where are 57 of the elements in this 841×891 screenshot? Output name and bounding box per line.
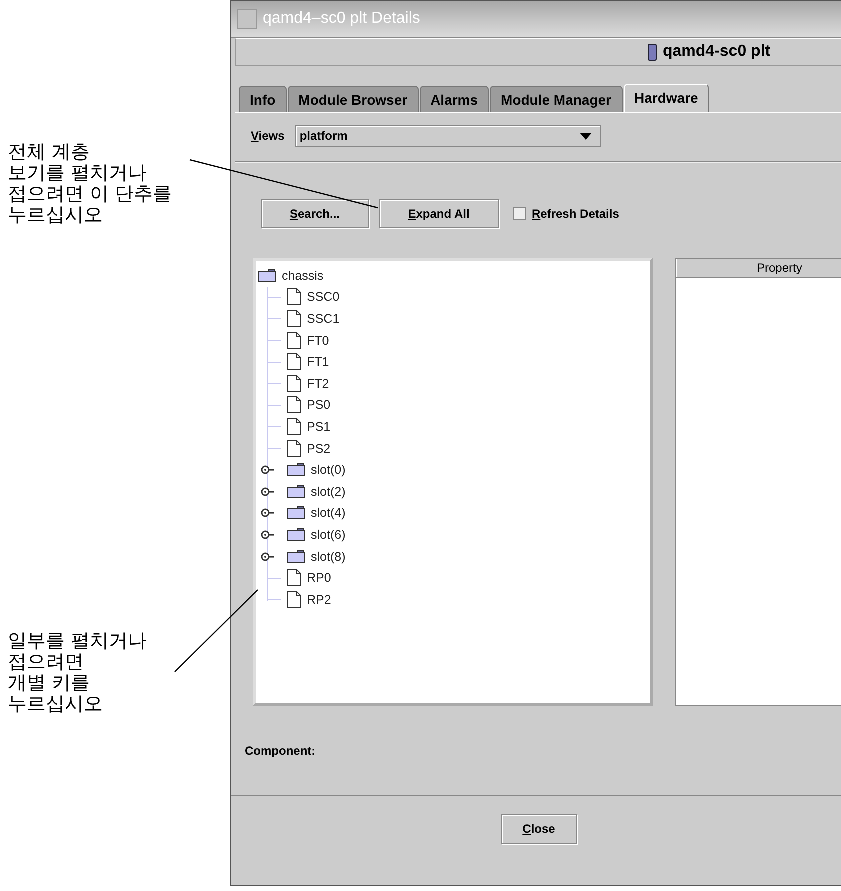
column-header[interactable]: Property <box>676 259 841 278</box>
document-icon <box>287 332 302 350</box>
search-button[interactable]: Search... <box>261 199 369 228</box>
header-title: qamd4-sc0 plt <box>663 43 771 61</box>
tree-item[interactable]: FT2 <box>307 376 330 391</box>
tree-item[interactable]: slot(8) <box>311 550 346 564</box>
tree-item[interactable]: PS1 <box>307 420 331 434</box>
document-icon <box>287 288 302 306</box>
checkbox[interactable] <box>513 207 526 220</box>
close-button[interactable]: Close <box>501 814 577 844</box>
tree-item[interactable]: PS0 <box>307 398 331 412</box>
expand-handle-icon[interactable] <box>261 552 275 562</box>
expand-all-button[interactable]: Expand All <box>379 199 499 228</box>
component-label: Component: <box>244 743 317 758</box>
tree-item[interactable]: FT0 <box>307 334 330 348</box>
callout-text: 일부를 펼치거나 접으려면 개별 키를 누르십시오 <box>7 631 148 715</box>
checkbox-label[interactable]: Refresh Details <box>532 206 620 220</box>
server-icon <box>648 44 657 60</box>
folder-icon <box>287 463 306 478</box>
tree-item[interactable]: chassis <box>282 268 324 283</box>
tree-item[interactable]: RP2 <box>307 592 332 607</box>
document-icon <box>287 353 302 372</box>
dropdown-arrow-icon <box>580 132 592 140</box>
document-icon <box>287 440 302 458</box>
tree-item[interactable]: RP0 <box>307 571 332 586</box>
folder-icon <box>287 550 306 564</box>
expand-handle-icon[interactable] <box>261 486 275 497</box>
expand-handle-icon[interactable] <box>261 530 275 540</box>
tab[interactable]: Module Browser <box>288 86 419 112</box>
tree-item[interactable]: slot(6) <box>311 528 346 542</box>
folder-icon <box>287 484 306 499</box>
tree-item[interactable]: FT1 <box>307 355 330 370</box>
tab[interactable]: Info <box>239 86 287 112</box>
callout-text: 전체 계층 보기를 펼치거나 접으려면 이 단추를 누르십시오 <box>7 142 174 226</box>
tree-item[interactable]: slot(2) <box>311 484 346 499</box>
expand-handle-icon[interactable] <box>261 465 275 476</box>
document-icon <box>287 374 302 393</box>
expand-handle-icon[interactable] <box>261 508 275 518</box>
tab[interactable]: Module Manager <box>490 86 622 112</box>
tree-item[interactable]: SSC1 <box>307 312 340 326</box>
tree-item[interactable]: PS2 <box>307 442 331 456</box>
document-icon <box>287 310 302 328</box>
folder-icon <box>287 528 306 542</box>
tree-item[interactable]: SSC0 <box>307 290 340 304</box>
views-dropdown[interactable]: platform <box>294 125 601 147</box>
tab[interactable]: Alarms <box>420 86 490 112</box>
document-icon <box>287 418 302 436</box>
tree-item[interactable]: slot(4) <box>311 506 346 520</box>
views-label: Views <box>251 129 285 143</box>
tab[interactable]: Hardware <box>624 84 710 112</box>
folder-icon <box>287 506 306 520</box>
document-icon <box>287 569 302 588</box>
window-title: qamd4–sc0 plt Details <box>263 10 420 28</box>
document-icon <box>287 396 302 414</box>
folder-icon <box>258 268 277 283</box>
document-icon <box>287 590 302 609</box>
tree-item[interactable]: slot(0) <box>311 463 346 478</box>
